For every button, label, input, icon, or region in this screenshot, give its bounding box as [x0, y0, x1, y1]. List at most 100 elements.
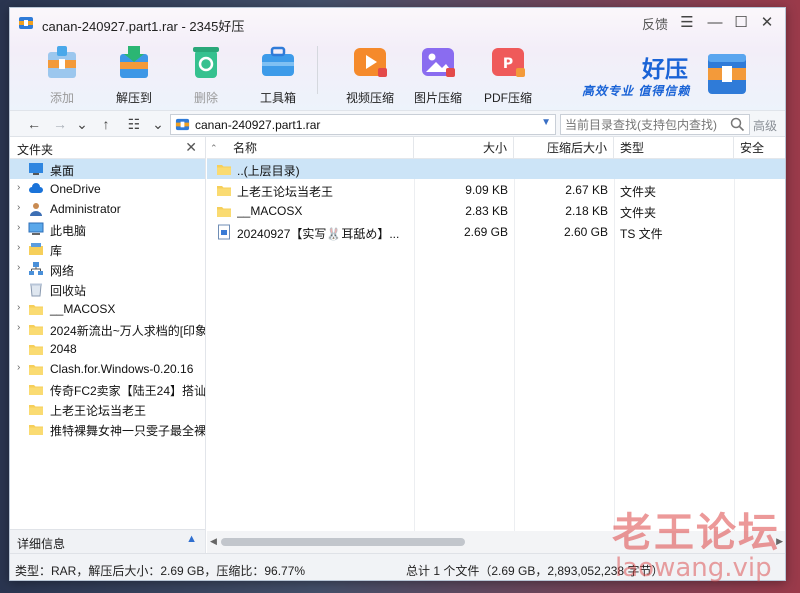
toolbox-button[interactable]: 工具箱 — [246, 40, 310, 108]
tree-item[interactable]: 回收站 — [10, 279, 205, 299]
tree-item[interactable]: › __MACOSX — [10, 299, 205, 319]
sort-indicator-icon: ⌃ — [210, 143, 218, 153]
folder-icon — [29, 405, 43, 415]
view-mode-dropdown-icon[interactable]: ⌄ — [148, 114, 168, 134]
file-name: 上老王论坛当老王 — [237, 185, 334, 199]
forward-button[interactable]: → — [50, 114, 70, 134]
close-button[interactable]: ✕ — [756, 12, 778, 34]
brand-slogan: 高效专业 值得信赖 — [582, 84, 691, 98]
scrollbar-thumb[interactable] — [221, 538, 465, 546]
title-bar: canan-240927.part1.rar - 2345好压 反馈 ☰ — ☐… — [10, 8, 785, 38]
svg-text:P: P — [503, 56, 513, 72]
brand-logo-icon — [708, 54, 746, 94]
extract-to-label: 解压到 — [115, 91, 152, 105]
network-icon — [29, 262, 43, 275]
folder-icon — [29, 305, 43, 315]
video-compress-icon — [354, 48, 387, 77]
back-button[interactable]: ← — [24, 114, 44, 134]
tree-item-label: 桌面 — [50, 164, 75, 178]
brand-name: 好压 — [642, 57, 688, 83]
folder-icon — [29, 385, 43, 395]
tree-item[interactable]: › 2024新流出~万人求档的[印象 — [10, 319, 205, 339]
file-icon — [218, 224, 230, 240]
app-window: canan-240927.part1.rar - 2345好压 反馈 ☰ — ☐… — [9, 7, 786, 581]
column-header-security[interactable]: 安全 — [734, 137, 785, 159]
file-row[interactable]: __MACOSX 2.83 KB 2.18 KB 文件夹 — [207, 201, 785, 221]
expand-arrow-icon[interactable]: › — [17, 242, 20, 253]
add-button[interactable]: 添加 — [30, 40, 94, 108]
details-panel-toggle[interactable]: 详细信息 ▲ — [10, 529, 205, 553]
tree-item-label: 此电脑 — [50, 224, 87, 238]
expand-arrow-icon[interactable]: › — [17, 262, 20, 273]
close-pane-icon[interactable]: ✕ — [185, 139, 197, 156]
folder-icon — [29, 425, 43, 435]
tree-item[interactable]: › Administrator — [10, 199, 205, 219]
maximize-button[interactable]: ☐ — [730, 12, 752, 34]
feedback-link[interactable]: 反馈 — [642, 14, 668, 33]
file-type: 文件夹 — [620, 206, 657, 220]
advanced-search-button[interactable]: 高级 — [753, 117, 777, 134]
chevron-up-icon[interactable]: ▲ — [186, 533, 197, 545]
scroll-left-icon[interactable]: ◀ — [210, 536, 217, 547]
file-name: __MACOSX — [237, 204, 303, 218]
expand-arrow-icon[interactable]: › — [17, 362, 20, 373]
tree-item[interactable]: › 此电脑 — [10, 219, 205, 239]
recycle-bin-icon — [30, 283, 42, 297]
path-dropdown-icon[interactable]: ▼ — [541, 117, 551, 128]
column-header-size[interactable]: 大小 — [414, 137, 514, 159]
address-bar: ← → ⌄ ↑ ☷ ⌄ canan-240927.part1.rar ▼ 高级 — [10, 110, 785, 137]
tree-item[interactable]: 上老王论坛当老王 — [10, 399, 205, 419]
file-name: 20240927【实写🐰耳舐め】... — [237, 227, 400, 241]
expand-arrow-icon[interactable]: › — [17, 202, 20, 213]
expand-arrow-icon[interactable]: › — [17, 322, 20, 333]
file-row[interactable]: 上老王论坛当老王 9.09 KB 2.67 KB 文件夹 — [207, 180, 785, 200]
tree-item-label: OneDrive — [50, 182, 101, 196]
toolbox-label: 工具箱 — [259, 91, 296, 105]
menu-icon[interactable]: ☰ — [676, 12, 698, 34]
search-icon[interactable] — [730, 117, 745, 132]
expand-arrow-icon[interactable]: › — [17, 222, 20, 233]
tree-item-label: Administrator — [50, 202, 121, 216]
tree-item-label: 传奇FC2卖家【陆王24】搭讪 — [50, 384, 205, 398]
up-level-button[interactable]: ↑ — [96, 114, 116, 134]
title-ribbon-area: canan-240927.part1.rar - 2345好压 反馈 ☰ — ☐… — [10, 8, 785, 110]
pdf-compress-button[interactable]: P PDF压缩 — [476, 40, 540, 108]
tree-item[interactable]: › Clash.for.Windows-0.20.16 — [10, 359, 205, 379]
tree-item[interactable]: › 库 — [10, 239, 205, 259]
image-compress-icon — [422, 48, 455, 77]
tree-item[interactable]: › 网络 — [10, 259, 205, 279]
video-compress-label: 视频压缩 — [345, 91, 394, 105]
column-header-name[interactable]: ⌃ 名称 — [207, 137, 414, 159]
search-box[interactable] — [560, 114, 750, 135]
minimize-button[interactable]: — — [704, 12, 726, 34]
search-input[interactable] — [561, 115, 725, 134]
folder-tree: 桌面 › OneDrive › Administrator › 此电脑 › 库 › 网络 回收站 › __… — [10, 159, 205, 529]
tree-item[interactable]: 2048 — [10, 339, 205, 359]
image-compress-button[interactable]: 图片压缩 — [406, 40, 470, 108]
folder-icon — [217, 186, 231, 196]
tree-item[interactable]: 传奇FC2卖家【陆王24】搭讪 — [10, 379, 205, 399]
extract-to-button[interactable]: 解压到 — [102, 40, 166, 108]
extract-icon — [120, 46, 148, 78]
tree-item[interactable]: › OneDrive — [10, 179, 205, 199]
column-header-type[interactable]: 类型 — [614, 137, 734, 159]
delete-button[interactable]: 删除 — [174, 40, 238, 108]
expand-arrow-icon[interactable]: › — [17, 302, 20, 313]
tree-item[interactable]: 推特裸舞女神一只雯子最全裸 — [10, 419, 205, 439]
file-packed-size: 2.60 GB — [563, 225, 608, 239]
tree-item[interactable]: 桌面 — [10, 159, 205, 179]
file-size: 9.09 KB — [465, 183, 508, 197]
path-field[interactable]: canan-240927.part1.rar ▼ — [170, 114, 556, 135]
folder-tree-pane: 文件夹 ✕ 桌面 › OneDrive › Administrator › 此电脑 › 库 › 网络… — [10, 137, 206, 553]
column-header-packed-size[interactable]: 压缩后大小 — [514, 137, 614, 159]
view-mode-button[interactable]: ☷ — [124, 114, 144, 134]
ribbon-divider — [317, 46, 318, 94]
expand-arrow-icon[interactable]: › — [17, 182, 20, 193]
cloud-icon — [29, 183, 43, 193]
file-size: 2.69 GB — [463, 225, 508, 239]
file-row[interactable]: 20240927【实写🐰耳舐め】... 2.69 GB 2.60 GB TS 文件 — [207, 222, 785, 242]
file-row[interactable]: ..(上层目录) — [207, 159, 785, 179]
video-compress-button[interactable]: 视频压缩 — [338, 40, 402, 108]
history-dropdown-icon[interactable]: ⌄ — [72, 114, 92, 134]
folder-icon — [217, 165, 231, 175]
